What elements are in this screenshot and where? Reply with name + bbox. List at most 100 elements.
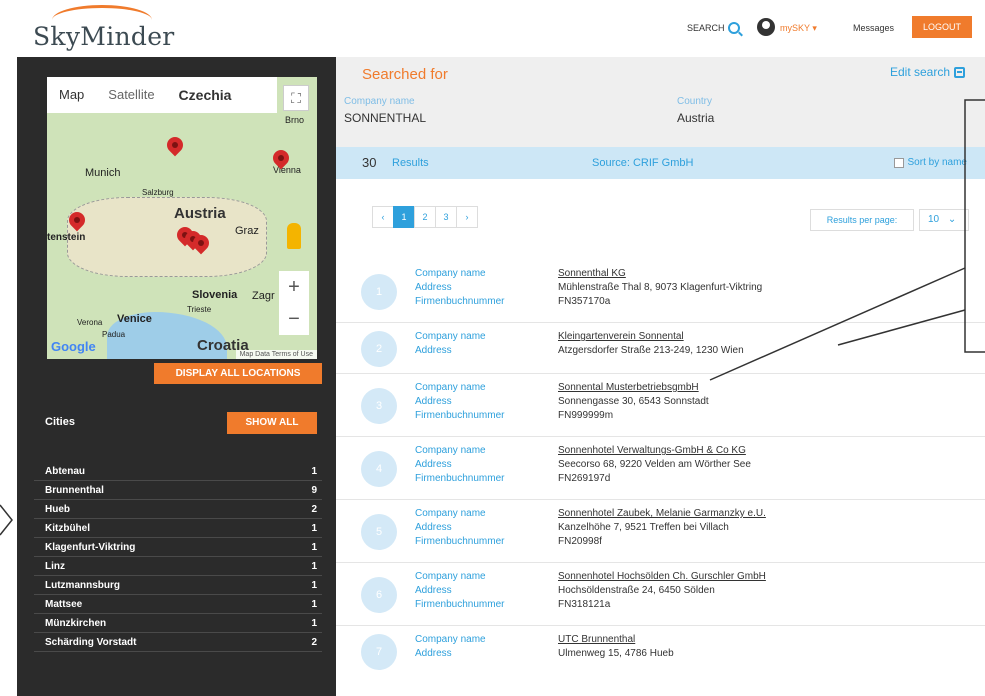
- city-name: Münzkirchen: [45, 617, 107, 629]
- city-count: 1: [311, 465, 317, 477]
- city-item[interactable]: Mattsee 1: [34, 595, 322, 614]
- city-count: 1: [311, 579, 317, 591]
- pagination-prev[interactable]: ‹: [372, 206, 394, 228]
- street-view-pegman-icon[interactable]: [287, 223, 301, 249]
- city-item[interactable]: Abtenau 1: [34, 462, 322, 481]
- result-values: Sonnenhotel Verwaltungs-GmbH & Co KG Seec…: [558, 444, 751, 486]
- company-link[interactable]: Sonnenhotel Zaubek, Melanie Garmanzky e.…: [558, 507, 766, 521]
- city-item[interactable]: Münzkirchen 1: [34, 614, 322, 633]
- map-label-venice: Venice: [117, 313, 152, 325]
- edit-search-label: Edit search: [889, 65, 950, 79]
- city-name: Brunnenthal: [45, 484, 104, 496]
- company-link[interactable]: Sonnenhotel Hochsölden Ch. Gurschler Gmb…: [558, 570, 766, 584]
- pagination-page[interactable]: 2: [414, 206, 436, 228]
- pagination: ‹ 1 2 3 ›: [372, 206, 478, 228]
- city-count: 1: [311, 560, 317, 572]
- skyminder-logo[interactable]: SkyMinder: [33, 22, 175, 51]
- logout-button[interactable]: LOGOUT: [912, 16, 972, 38]
- avatar-icon[interactable]: [757, 18, 775, 36]
- map-pin[interactable]: [69, 212, 85, 234]
- map-zoom-controls: + −: [279, 271, 309, 335]
- map-type-tabs: Map Satellite Czechia: [47, 77, 277, 113]
- city-item[interactable]: Brunnenthal 9: [34, 481, 322, 500]
- label-company: Company name: [415, 508, 486, 519]
- result-values: Sonnental MusterbetriebsgmbH Sonnengasse …: [558, 381, 709, 423]
- google-logo: Google: [51, 339, 96, 354]
- city-item[interactable]: Lutzmannsburg 1: [34, 576, 322, 595]
- company-link[interactable]: Kleingartenverein Sonnental: [558, 330, 744, 344]
- map-label-zagreb: Zagr: [252, 290, 275, 302]
- sort-checkbox[interactable]: [893, 157, 904, 168]
- city-count: 2: [311, 636, 317, 648]
- minus-square-icon: [954, 66, 965, 78]
- chevron-down-icon: ⌄: [947, 214, 957, 225]
- city-count: 1: [311, 541, 317, 553]
- company-link[interactable]: Sonnenhotel Verwaltungs-GmbH & Co KG: [558, 444, 751, 458]
- city-item[interactable]: Kitzbühel 1: [34, 519, 322, 538]
- searched-for-title: Searched for: [362, 66, 448, 83]
- result-labels: Company name Address Firmenbuchnummer: [415, 444, 504, 486]
- city-item[interactable]: Klagenfurt-Viktring 1: [34, 538, 322, 557]
- map-pin[interactable]: [193, 235, 209, 257]
- per-page-value: 10: [928, 214, 940, 225]
- label-fn: Firmenbuchnummer: [415, 536, 505, 547]
- city-count: 1: [311, 598, 317, 610]
- tab-map[interactable]: Map: [47, 77, 96, 113]
- label-fn: Firmenbuchnummer: [415, 296, 505, 307]
- city-item[interactable]: Linz 1: [34, 557, 322, 576]
- label-company: Company name: [415, 571, 486, 582]
- label-fn: Firmenbuchnummer: [415, 473, 505, 484]
- company-address: Hochsöldenstraße 24, 6450 Sölden: [558, 585, 715, 596]
- company-link[interactable]: Sonnenthal KG: [558, 267, 762, 281]
- result-labels: Company name Address Firmenbuchnummer: [415, 381, 504, 423]
- mysky-label: mySKY: [780, 23, 810, 33]
- map-label-slovenia: Slovenia: [192, 289, 238, 301]
- sort-by-name-toggle[interactable]: Sort by name: [893, 157, 967, 168]
- map-label-brno: Brno: [285, 115, 305, 125]
- label-fn: Firmenbuchnummer: [415, 599, 505, 610]
- result-number-badge: 2: [361, 331, 397, 367]
- zoom-in-icon[interactable]: +: [279, 271, 309, 303]
- pagination-page[interactable]: 1: [393, 206, 415, 228]
- show-all-cities-button[interactable]: SHOW ALL: [227, 412, 317, 434]
- locations-map[interactable]: Map Satellite Czechia ⛶ Brno Munich Salz…: [47, 77, 317, 359]
- fullscreen-icon[interactable]: ⛶: [283, 85, 309, 111]
- map-terms[interactable]: Map Data Terms of Use: [235, 350, 317, 359]
- results-source: Source: CRIF GmbH: [592, 157, 694, 169]
- city-name: Schärding Vorstadt: [45, 636, 137, 648]
- chevron-down-icon: ▾: [812, 23, 817, 33]
- company-link[interactable]: Sonnental MusterbetriebsgmbH: [558, 381, 709, 395]
- messages-link[interactable]: Messages: [853, 23, 894, 33]
- result-values: Sonnenhotel Zaubek, Melanie Garmanzky e.…: [558, 507, 766, 549]
- result-number-badge: 5: [361, 514, 397, 550]
- label-address: Address: [415, 396, 452, 407]
- sort-label: Sort by name: [907, 157, 967, 168]
- mysky-menu[interactable]: mySKY ▾: [780, 23, 817, 34]
- map-label-graz: Graz: [235, 225, 259, 237]
- sidebar: Map Satellite Czechia ⛶ Brno Munich Salz…: [17, 57, 336, 696]
- result-row: 5 Company name Address Firmenbuchnummer So…: [336, 500, 985, 563]
- pagination-page[interactable]: 3: [435, 206, 457, 228]
- result-labels: Company name Address Firmenbuchnummer: [415, 570, 504, 612]
- zoom-out-icon[interactable]: −: [279, 303, 309, 335]
- map-label-padua: Padua: [102, 330, 126, 339]
- company-fn: FN20998f: [558, 536, 602, 547]
- map-pin[interactable]: [273, 150, 289, 172]
- city-item[interactable]: Hueb 2: [34, 500, 322, 519]
- result-row: 6 Company name Address Firmenbuchnummer So…: [336, 563, 985, 626]
- company-address: Seecorso 68, 9220 Velden am Wörther See: [558, 459, 751, 470]
- pagination-next[interactable]: ›: [456, 206, 478, 228]
- result-row: 3 Company name Address Firmenbuchnummer So…: [336, 374, 985, 437]
- results-per-page-select[interactable]: 10 ⌄: [919, 209, 969, 231]
- company-link[interactable]: UTC Brunnenthal: [558, 633, 674, 647]
- display-all-locations-button[interactable]: DISPLAY ALL LOCATIONS: [154, 363, 322, 384]
- city-item[interactable]: Schärding Vorstadt 2: [34, 633, 322, 652]
- result-values: Sonnenhotel Hochsölden Ch. Gurschler Gmb…: [558, 570, 766, 612]
- map-pin[interactable]: [167, 137, 183, 159]
- search-link[interactable]: SEARCH: [687, 22, 740, 34]
- search-criteria: Company name SONNENTHAL Country Austria: [336, 90, 985, 147]
- results-summary-bar: 30 Results Source: CRIF GmbH Sort by nam…: [336, 147, 985, 179]
- tab-satellite[interactable]: Satellite: [96, 77, 166, 113]
- label-company: Company name: [415, 331, 486, 342]
- edit-search-link[interactable]: Edit search: [890, 65, 965, 79]
